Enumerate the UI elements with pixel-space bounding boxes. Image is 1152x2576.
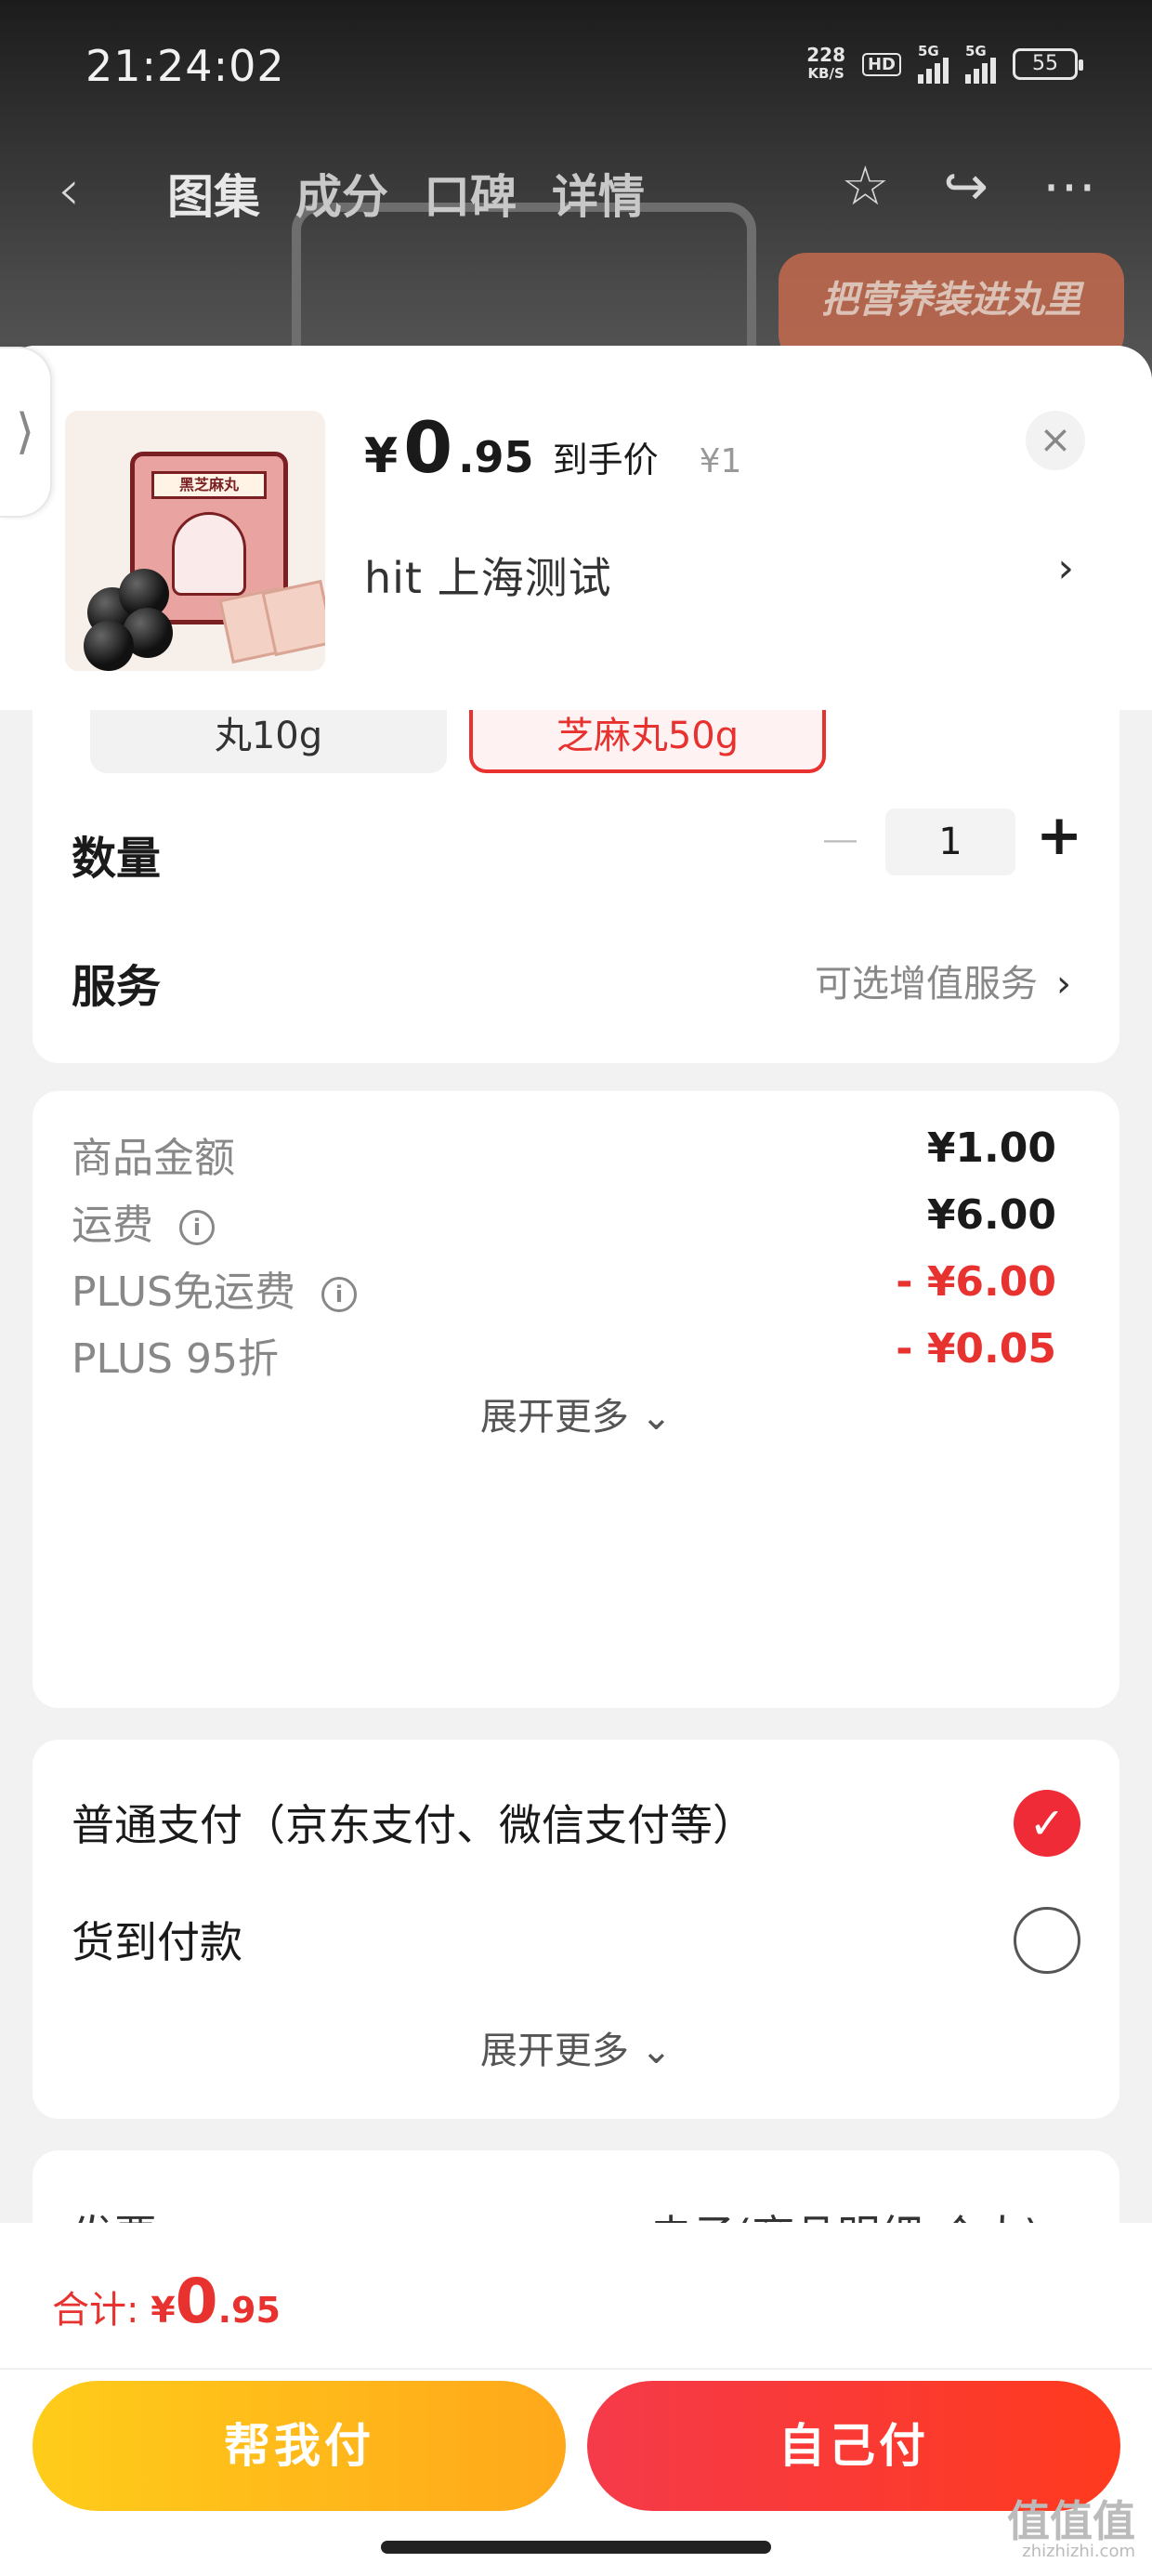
package-label: 黑芝麻丸 bbox=[151, 471, 267, 499]
top-navigation: ‹ 图集 成分 口碑 详情 ☆ ↪ ⋯ bbox=[0, 149, 1152, 232]
home-indicator[interactable] bbox=[381, 2541, 771, 2554]
watermark: 值值值 zhizhizhi.com bbox=[1007, 2500, 1135, 2561]
price-integer: 0 bbox=[403, 406, 453, 489]
total-amount: 合计: ¥0.95 bbox=[52, 2266, 281, 2337]
top-actions: ☆ ↪ ⋯ bbox=[841, 154, 1096, 217]
price-row-plus-shipping: PLUS免运费 i - ¥6.00 bbox=[72, 1258, 1056, 1316]
sheet-header: 黑芝麻丸 ¥ 0 .95 到手价 ¥1 hit 上海测试 › × bbox=[0, 346, 1152, 710]
total-integer: 0 bbox=[175, 2266, 218, 2337]
share-icon[interactable]: ↪ bbox=[943, 154, 988, 217]
top-tabs: 图集 成分 口碑 详情 bbox=[167, 160, 645, 227]
price-decimal: .95 bbox=[458, 432, 534, 482]
package-hand-illustration bbox=[172, 512, 246, 596]
tab-ingredients[interactable]: 成分 bbox=[295, 160, 388, 227]
price-row-label: PLUS 95折 bbox=[72, 1335, 279, 1383]
total-label: 合计: bbox=[52, 2289, 139, 2332]
decrease-button[interactable]: − bbox=[818, 810, 862, 871]
watermark-text: 值值值 bbox=[1007, 2496, 1135, 2546]
price-row-goods: 商品金额 ¥1.00 bbox=[72, 1124, 1056, 1182]
checked-icon[interactable]: ✓ bbox=[1014, 1790, 1080, 1857]
payment-method-card: 普通支付（京东支付、微信支付等） ✓ 货到付款 展开更多 ⌄ bbox=[33, 1740, 1119, 2119]
signal-label: 5G bbox=[918, 43, 939, 59]
total-currency: ¥ bbox=[151, 2290, 176, 2331]
signal-label-2: 5G bbox=[965, 43, 987, 59]
status-icons: 228 KB/S HD 5G 5G 55 bbox=[806, 43, 1083, 84]
expand-more-label: 展开更多 bbox=[479, 1396, 629, 1439]
increase-button[interactable]: + bbox=[1036, 803, 1082, 868]
service-selector[interactable]: 可选增值服务 › bbox=[815, 953, 1071, 1007]
payment-option-online[interactable]: 普通支付（京东支付、微信支付等） bbox=[72, 1792, 755, 1853]
chevron-down-icon: ⌄ bbox=[640, 2030, 673, 2072]
expand-more-button[interactable]: 展开更多 ⌄ bbox=[33, 2020, 1119, 2074]
chevron-down-icon: ⌄ bbox=[640, 1396, 673, 1439]
price-block: ¥ 0 .95 到手价 ¥1 bbox=[364, 406, 742, 489]
price-row-label: 商品金额 bbox=[72, 1135, 235, 1182]
service-label: 服务 bbox=[72, 961, 162, 1013]
price-row-shipping: 运费 i ¥6.00 bbox=[72, 1191, 1056, 1249]
tab-reviews[interactable]: 口碑 bbox=[424, 160, 517, 227]
radio-unchecked[interactable] bbox=[1014, 1907, 1080, 1974]
expand-more-label: 展开更多 bbox=[479, 2030, 629, 2072]
price-currency: ¥ bbox=[364, 428, 399, 484]
payment-option-cod[interactable]: 货到付款 bbox=[72, 1909, 242, 1970]
quantity-input[interactable]: 1 bbox=[885, 808, 1015, 875]
close-icon[interactable]: × bbox=[1026, 411, 1085, 470]
total-decimal: .95 bbox=[217, 2290, 281, 2331]
net-speed-unit: KB/S bbox=[807, 65, 844, 82]
status-bar: 21:24:02 228 KB/S HD 5G 5G 55 bbox=[0, 0, 1152, 139]
net-speed-value: 228 bbox=[806, 44, 845, 66]
price-row-value: ¥6.00 bbox=[926, 1191, 1056, 1239]
price-row-discount: - ¥0.05 bbox=[896, 1325, 1056, 1373]
sesame-ball bbox=[84, 621, 134, 671]
expand-more-button[interactable]: 展开更多 ⌄ bbox=[33, 1387, 1119, 1440]
price-row-discount: - ¥6.00 bbox=[896, 1258, 1056, 1306]
spec-option-selected[interactable]: 芝麻丸50g bbox=[469, 710, 826, 773]
original-price: ¥1 bbox=[699, 442, 742, 480]
quantity-label: 数量 bbox=[72, 833, 162, 885]
network-speed: 228 KB/S bbox=[806, 46, 845, 83]
spec-quantity-card: 丸10g 芝麻丸50g 数量 − 1 + 服务 可选增值服务 › bbox=[33, 710, 1119, 1063]
more-icon[interactable]: ⋯ bbox=[1042, 154, 1096, 217]
delivery-address[interactable]: hit 上海测试 bbox=[364, 545, 612, 606]
signal-icon-2: 5G bbox=[965, 43, 996, 84]
chevron-right-icon[interactable]: › bbox=[1057, 545, 1074, 592]
chevron-right-icon: › bbox=[1056, 963, 1071, 1005]
back-arrow-icon[interactable]: ‹ bbox=[58, 158, 80, 223]
price-row-label: 运费 bbox=[72, 1202, 153, 1249]
price-tag-label: 到手价 bbox=[552, 440, 659, 480]
star-icon[interactable]: ☆ bbox=[841, 154, 889, 217]
price-row-label-wrap: PLUS免运费 i bbox=[72, 1258, 357, 1318]
info-icon[interactable]: i bbox=[179, 1210, 215, 1245]
pay-myself-button[interactable]: 自己付 bbox=[587, 2381, 1120, 2511]
status-time: 21:24:02 bbox=[85, 41, 285, 91]
price-row-plus-discount: PLUS 95折 - ¥0.05 bbox=[72, 1325, 1056, 1383]
help-me-pay-button[interactable]: 帮我付 bbox=[33, 2381, 566, 2511]
watermark-url: zhizhizhi.com bbox=[1022, 2542, 1135, 2561]
battery-icon: 55 bbox=[1013, 48, 1083, 80]
price-row-value: ¥1.00 bbox=[926, 1124, 1056, 1172]
price-breakdown-card: 商品金额 ¥1.00 运费 i ¥6.00 PLUS免运费 i - ¥6.00 PL… bbox=[33, 1091, 1119, 1708]
service-value: 可选增值服务 bbox=[815, 963, 1038, 1005]
divider bbox=[0, 2368, 1152, 2370]
price-row-label: PLUS免运费 bbox=[72, 1268, 295, 1316]
tab-details[interactable]: 详情 bbox=[552, 160, 645, 227]
tab-gallery[interactable]: 图集 bbox=[167, 160, 260, 227]
price-row-label-wrap: 运费 i bbox=[72, 1191, 215, 1251]
spec-option[interactable]: 丸10g bbox=[90, 710, 447, 773]
checkout-bar: 合计: ¥0.95 帮我付 自己付 值值值 zhizhizhi.com bbox=[0, 2223, 1152, 2576]
info-icon[interactable]: i bbox=[321, 1277, 357, 1312]
product-thumbnail[interactable]: 黑芝麻丸 bbox=[65, 411, 325, 671]
side-drawer-handle[interactable]: ⟩ bbox=[0, 347, 52, 518]
hd-icon: HD bbox=[861, 52, 901, 76]
signal-icon: 5G bbox=[918, 43, 949, 84]
promo-text: 把营养装进丸里 bbox=[821, 279, 1081, 322]
